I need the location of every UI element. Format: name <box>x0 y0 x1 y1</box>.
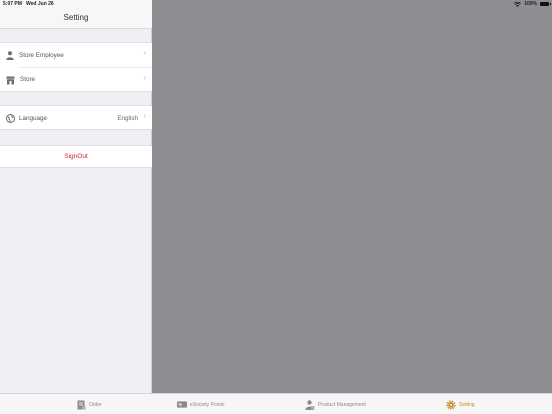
store-label: Store <box>20 76 36 83</box>
language-value: English <box>117 114 138 122</box>
status-time: 5:07 PM <box>3 1 22 7</box>
signout-group: SignOut <box>0 145 152 168</box>
tab-order[interactable]: Order <box>76 399 102 410</box>
svg-text:%: % <box>178 402 182 407</box>
tab-setting[interactable]: Setting <box>446 399 475 410</box>
store-icon <box>5 75 15 85</box>
tab-product-management[interactable]: Product Management <box>305 399 366 410</box>
globe-icon <box>5 113 15 123</box>
product-icon <box>305 399 315 410</box>
language-row[interactable]: Language English › <box>0 106 152 130</box>
account-group: Store Employee › Store › <box>0 42 152 92</box>
status-bar: 5:07 PM Wed Jun 26 100% <box>0 0 552 8</box>
points-icon: % <box>177 400 187 410</box>
tab-product-management-label: Product Management <box>318 401 366 408</box>
language-label: Language <box>19 114 48 122</box>
store-employee-row[interactable]: Store Employee › <box>0 43 152 67</box>
battery-percent: 100% <box>524 1 537 7</box>
battery-icon <box>540 2 551 6</box>
settings-panel: Setting Store Employee › Store › Languag… <box>0 0 152 393</box>
store-row[interactable]: Store › <box>6 67 152 91</box>
chevron-right-icon: › <box>143 75 146 82</box>
gear-icon <box>446 399 456 410</box>
page-title: Setting <box>63 13 89 22</box>
tab-esociety-points-label: eSociety Points <box>190 401 225 408</box>
signout-button[interactable]: SignOut <box>0 153 152 160</box>
order-icon <box>76 400 86 410</box>
chevron-right-icon: › <box>143 50 146 57</box>
status-date: Wed Jun 26 <box>26 1 54 7</box>
wifi-icon <box>514 1 522 7</box>
store-employee-label: Store Employee <box>19 51 64 59</box>
chevron-right-icon: › <box>143 113 146 120</box>
tab-bar: Order % eSociety Points Product Manageme… <box>0 393 552 414</box>
tab-order-label: Order <box>89 401 102 408</box>
language-group: Language English › <box>0 105 152 130</box>
tab-esociety-points[interactable]: % eSociety Points <box>177 399 224 410</box>
person-icon <box>5 50 15 60</box>
status-right: 100% <box>514 1 551 7</box>
tab-setting-label: Setting <box>459 401 475 408</box>
